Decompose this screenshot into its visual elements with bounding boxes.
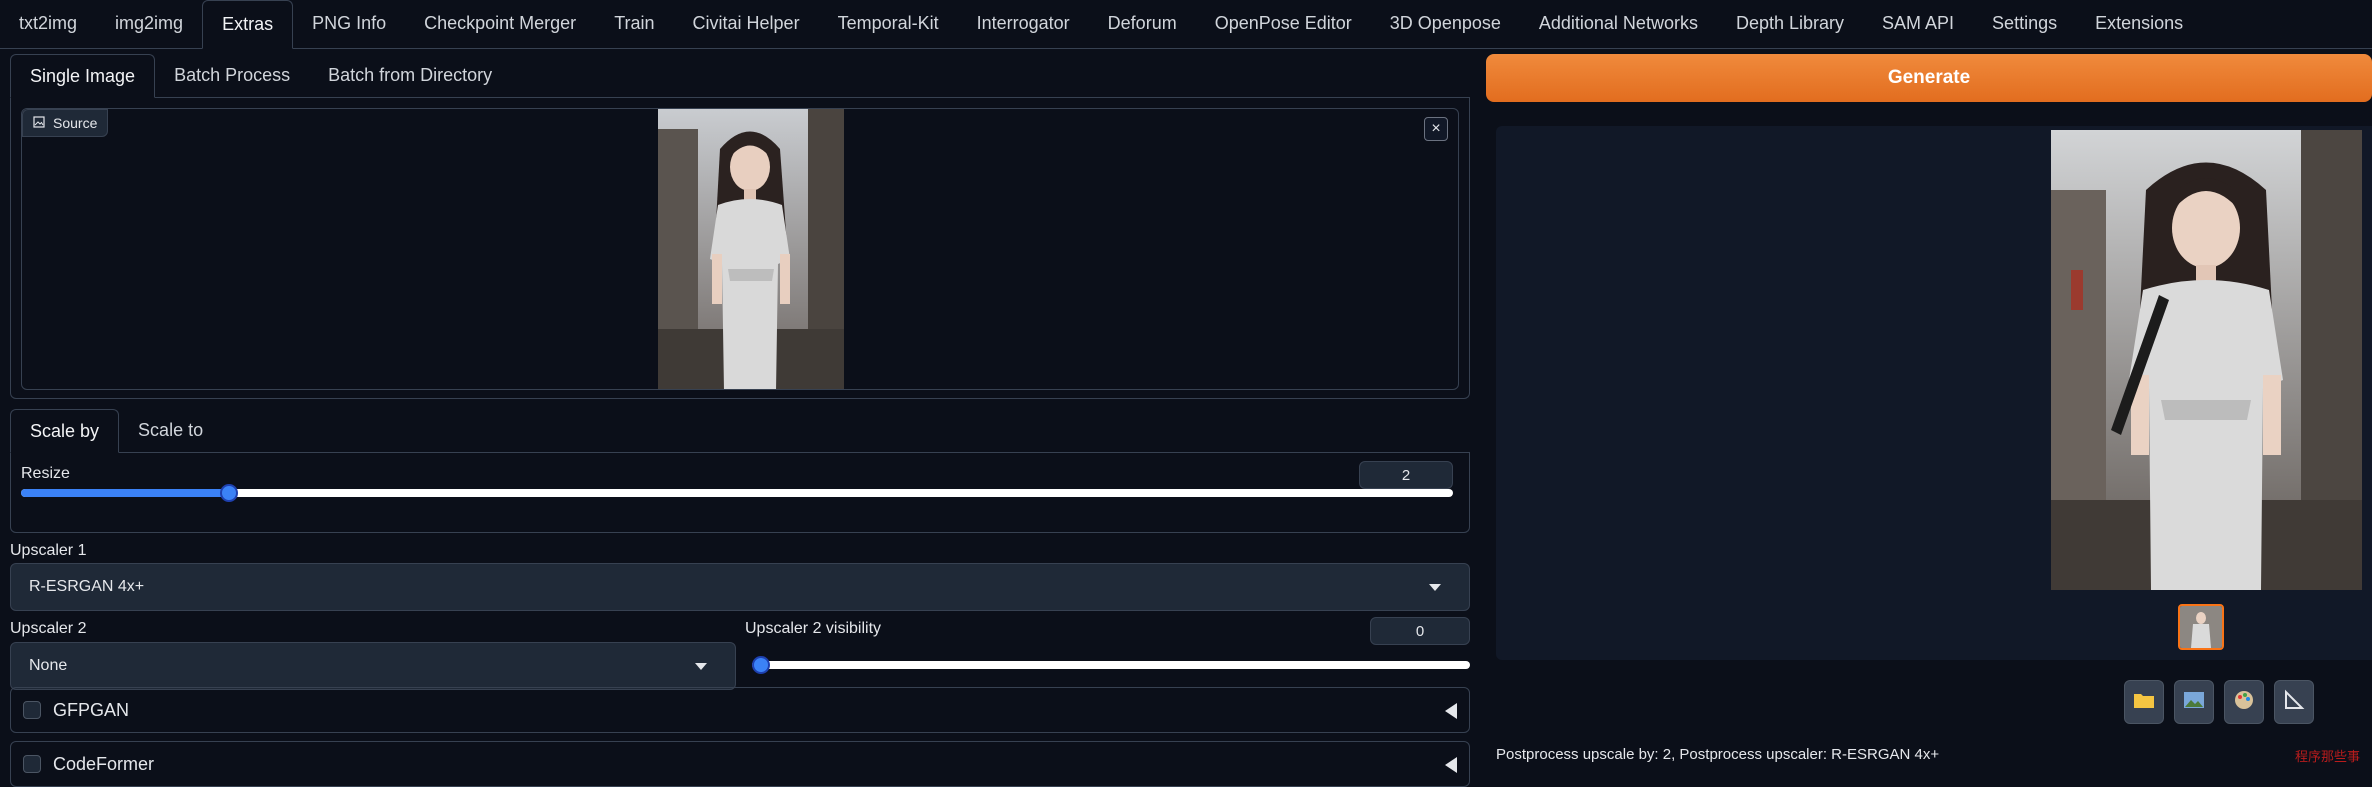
scale-mode-tabs: Scale by Scale to (10, 409, 1470, 453)
tab-batch-from-directory[interactable]: Batch from Directory (309, 53, 511, 97)
chevron-down-icon (695, 663, 707, 670)
tab-temporal-kit[interactable]: Temporal-Kit (819, 0, 958, 48)
source-label-text: Source (53, 115, 98, 131)
resize-slider[interactable] (21, 484, 1453, 502)
tab-sam-api[interactable]: SAM API (1863, 0, 1973, 48)
image-icon (2183, 691, 2205, 714)
tab-img2img[interactable]: img2img (96, 0, 202, 48)
clear-image-button[interactable]: × (1424, 117, 1448, 141)
collapse-arrow-icon[interactable] (1445, 703, 1457, 719)
output-panel: Generate Postprocess upscale by: 2, Post… (1486, 54, 2372, 782)
tab-depth-library[interactable]: Depth Library (1717, 0, 1863, 48)
resize-slider-thumb[interactable] (220, 484, 238, 502)
top-nav: txt2img img2img Extras PNG Info Checkpoi… (0, 0, 2372, 49)
collapse-arrow-icon[interactable] (1445, 757, 1457, 773)
scale-by-panel: Resize 2 (10, 453, 1470, 533)
tab-png-info[interactable]: PNG Info (293, 0, 405, 48)
source-label: Source (22, 109, 109, 137)
gfpgan-accordion[interactable]: GFPGAN (10, 687, 1470, 733)
tab-civitai-helper[interactable]: Civitai Helper (674, 0, 819, 48)
image-icon (33, 115, 45, 131)
upscaler2-visibility-slider[interactable] (752, 656, 1470, 674)
tab-settings[interactable]: Settings (1973, 0, 2076, 48)
palette-icon (2233, 689, 2255, 716)
upscaler2-visibility-thumb[interactable] (752, 656, 770, 674)
codeformer-accordion[interactable]: CodeFormer (10, 741, 1470, 787)
upscaler2-value: None (29, 657, 68, 674)
tab-extensions[interactable]: Extensions (2076, 0, 2202, 48)
tab-openpose-editor[interactable]: OpenPose Editor (1196, 0, 1371, 48)
tab-txt2img[interactable]: txt2img (0, 0, 96, 48)
extras-mode-tabs: Single Image Batch Process Batch from Di… (10, 54, 1470, 98)
watermark: 程序那些事 (2294, 749, 2360, 764)
send-to-img2img-button[interactable] (2174, 680, 2214, 724)
tab-scale-by[interactable]: Scale by (10, 409, 120, 453)
send-to-inpaint-button[interactable] (2224, 680, 2264, 724)
upscaler2-label: Upscaler 2 (10, 620, 87, 637)
tab-batch-process[interactable]: Batch Process (155, 53, 309, 97)
tab-interrogator[interactable]: Interrogator (958, 0, 1089, 48)
upscaler1-value: R-ESRGAN 4x+ (29, 578, 145, 595)
tab-extras[interactable]: Extras (202, 0, 294, 49)
tab-deforum[interactable]: Deforum (1089, 0, 1196, 48)
extras-left-panel: Single Image Batch Process Batch from Di… (10, 54, 1470, 733)
source-photo (658, 109, 844, 389)
tab-scale-to[interactable]: Scale to (119, 408, 222, 452)
tab-additional-networks[interactable]: Additional Networks (1520, 0, 1717, 48)
upscaler2-visibility-number[interactable]: 0 (1370, 617, 1470, 645)
resize-label: Resize (21, 465, 70, 482)
folder-icon (2133, 691, 2155, 714)
gfpgan-label: GFPGAN (53, 699, 130, 720)
upscaler1-label: Upscaler 1 (10, 542, 87, 559)
codeformer-checkbox[interactable] (23, 755, 41, 773)
upscaler2-visibility-label: Upscaler 2 visibility (745, 620, 882, 637)
tab-checkpoint-merger[interactable]: Checkpoint Merger (405, 0, 595, 48)
codeformer-label: CodeFormer (53, 753, 155, 774)
tab-3d-openpose[interactable]: 3D Openpose (1371, 0, 1520, 48)
resize-slider-fill (21, 489, 229, 497)
generation-info: Postprocess upscale by: 2, Postprocess u… (1496, 746, 1940, 763)
ruler-icon (2283, 689, 2305, 716)
generate-button[interactable]: Generate (1486, 54, 2372, 102)
source-image-dropzone[interactable]: Source × (21, 108, 1459, 390)
gfpgan-checkbox[interactable] (23, 701, 41, 719)
upscaler1-select[interactable]: R-ESRGAN 4x+ (10, 563, 1470, 611)
output-photo[interactable] (2051, 130, 2362, 590)
tab-single-image[interactable]: Single Image (10, 54, 156, 98)
resize-number-input[interactable]: 2 (1359, 461, 1453, 489)
output-thumbnail[interactable] (2178, 604, 2224, 650)
upscaler2-select[interactable]: None (10, 642, 736, 690)
chevron-down-icon (1429, 584, 1441, 591)
tab-train[interactable]: Train (595, 0, 673, 48)
source-image-panel: Source × (10, 98, 1470, 399)
open-folder-button[interactable] (2124, 680, 2164, 724)
send-to-extras-button[interactable] (2274, 680, 2314, 724)
